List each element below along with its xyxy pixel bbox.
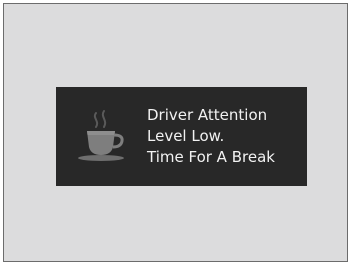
alert-message: Driver Attention Level Low. Time For A B…	[147, 105, 275, 168]
coffee-cup-icon	[78, 110, 124, 161]
driver-attention-alert: Driver Attention Level Low. Time For A B…	[56, 87, 307, 186]
alert-line-1: Driver Attention	[147, 106, 268, 124]
display-screen: Driver Attention Level Low. Time For A B…	[3, 3, 348, 262]
alert-line-2: Level Low.	[147, 127, 225, 145]
alert-line-3: Time For A Break	[147, 148, 275, 166]
